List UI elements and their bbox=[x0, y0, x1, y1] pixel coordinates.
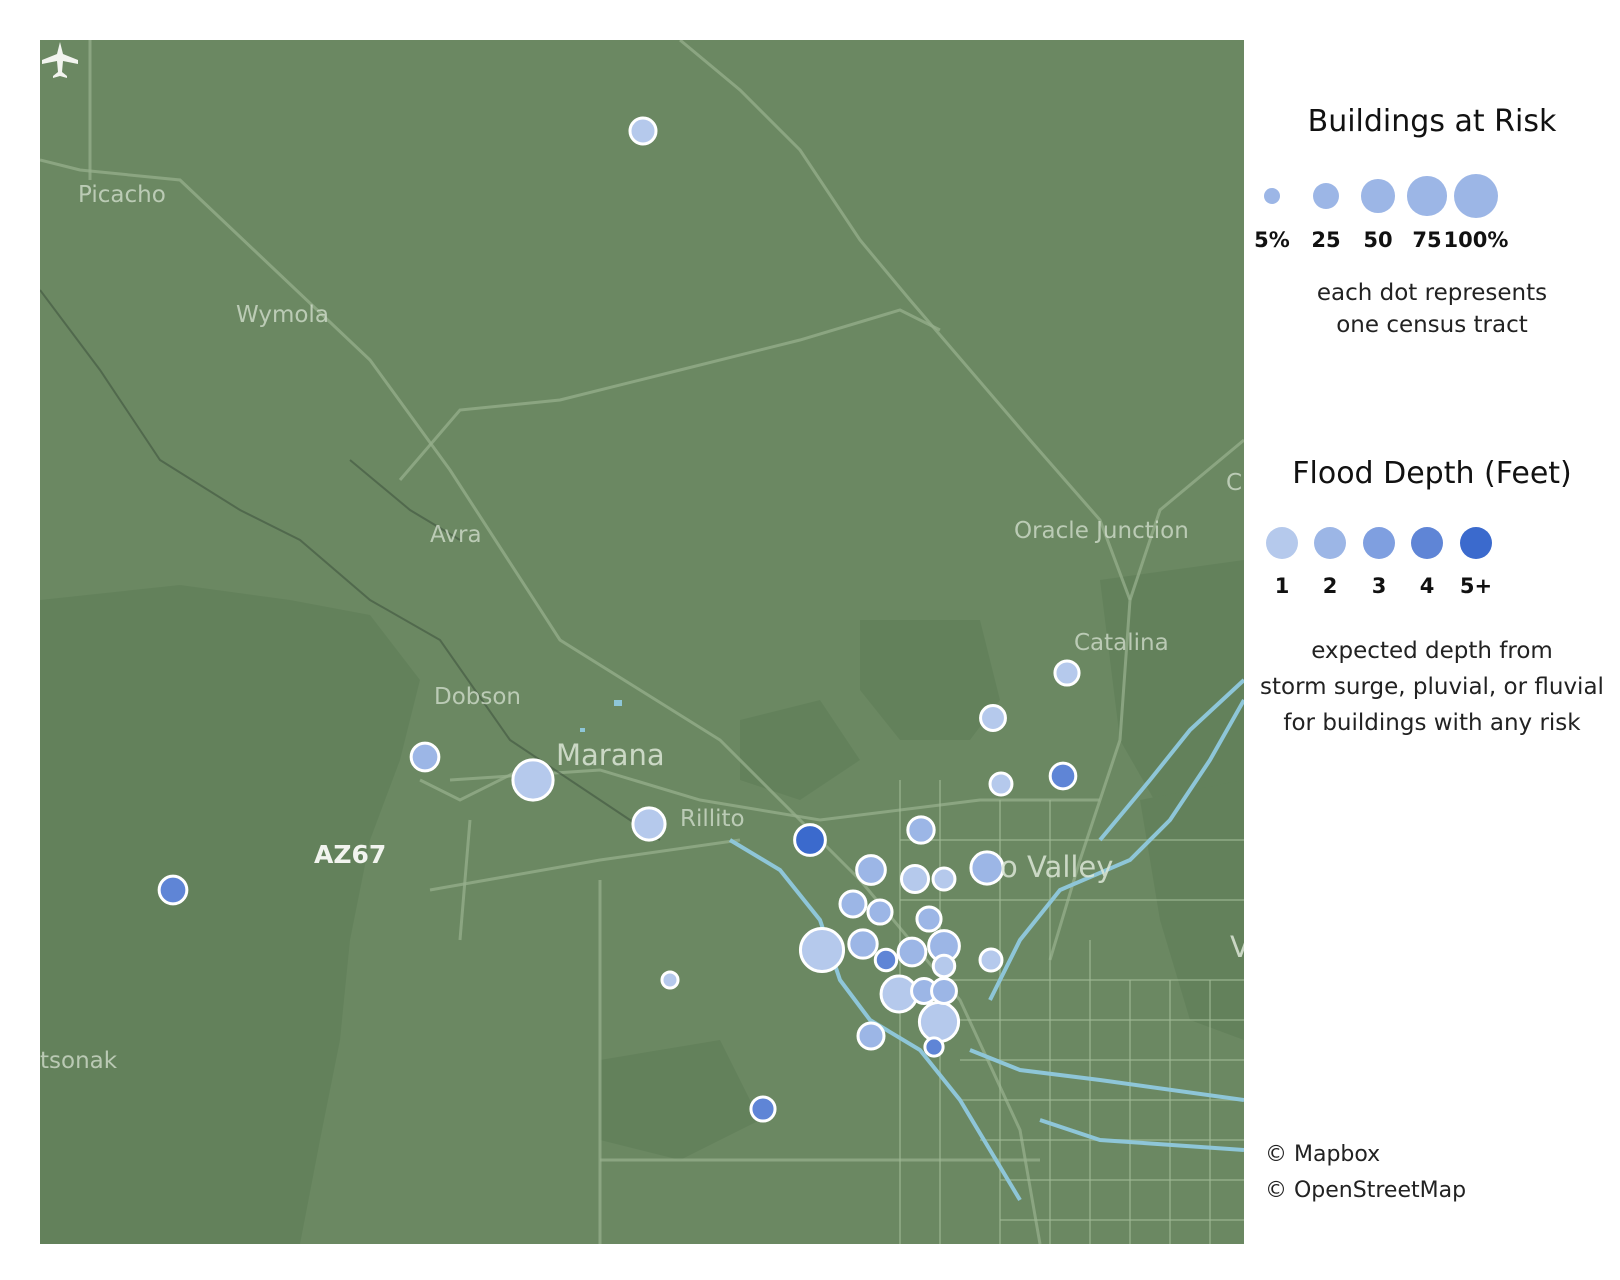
tract-6-dot[interactable] bbox=[157, 874, 189, 906]
depth-legend-label: 5+ bbox=[1459, 574, 1493, 598]
tract-31-dot[interactable] bbox=[930, 977, 958, 1005]
tract-22-dot[interactable] bbox=[847, 928, 879, 960]
map-basemap bbox=[40, 40, 1244, 1244]
depth-legend-desc-1: expected depth from bbox=[1311, 638, 1553, 664]
tract-17-dot[interactable] bbox=[931, 866, 957, 892]
place-label-avra: Avra bbox=[430, 522, 482, 548]
size-legend-desc-2: one census tract bbox=[1336, 312, 1528, 338]
tract-7-dot[interactable] bbox=[660, 970, 680, 990]
tract-32-dot[interactable] bbox=[856, 1021, 886, 1051]
size-legend-dot bbox=[1407, 176, 1447, 216]
tract-3-dot[interactable] bbox=[511, 758, 555, 802]
place-label-oracle-junction: Oracle Junction bbox=[1014, 518, 1189, 544]
place-label-oro-valley: o Valley bbox=[1000, 850, 1114, 884]
size-legend-dot bbox=[1313, 183, 1339, 209]
tract-4-dot[interactable] bbox=[631, 806, 667, 842]
place-label-tsonak: tsonak bbox=[40, 1048, 118, 1074]
tract-24-dot[interactable] bbox=[896, 936, 928, 968]
place-label-catalina: Catalina bbox=[1074, 630, 1169, 656]
depth-legend-dot bbox=[1314, 527, 1346, 559]
tract-2-dot[interactable] bbox=[409, 741, 441, 773]
tract-20-dot[interactable] bbox=[915, 905, 943, 933]
tract-14-dot[interactable] bbox=[906, 815, 936, 845]
size-legend-desc-1: each dot represents bbox=[1316, 280, 1548, 306]
tract-15-dot[interactable] bbox=[855, 854, 887, 886]
size-legend-label: 100% bbox=[1443, 228, 1509, 252]
tract-5-dot[interactable] bbox=[793, 823, 827, 857]
tract-13-dot[interactable] bbox=[969, 850, 1005, 886]
place-label-rillito: Rillito bbox=[680, 806, 745, 832]
tract-12-dot[interactable] bbox=[1048, 761, 1078, 791]
airplane-icon bbox=[42, 42, 78, 78]
place-label-wymola: Wymola bbox=[236, 302, 329, 328]
tract-19-dot[interactable] bbox=[866, 898, 894, 926]
depth-legend-desc-2: storm surge, pluvial, or fluvial bbox=[1260, 674, 1604, 700]
size-legend-title: Buildings at Risk bbox=[1307, 104, 1557, 139]
place-label-picacho: Picacho bbox=[78, 182, 166, 208]
airport-code: AZ67 bbox=[314, 840, 387, 869]
tract-16-dot[interactable] bbox=[899, 863, 931, 895]
tract-11-dot[interactable] bbox=[988, 771, 1014, 797]
place-label-edge-c: C bbox=[1226, 470, 1243, 496]
depth-legend-dot bbox=[1266, 527, 1298, 559]
attribution-mapbox[interactable]: © Mapbox bbox=[1265, 1142, 1380, 1167]
depth-legend-dot bbox=[1460, 527, 1492, 559]
place-label-edge-v: V bbox=[1230, 930, 1244, 964]
attribution-osm[interactable]: © OpenStreetMap bbox=[1265, 1178, 1466, 1203]
tract-23-dot[interactable] bbox=[873, 947, 899, 973]
depth-legend-title: Flood Depth (Feet) bbox=[1292, 456, 1572, 491]
tract-1-dot[interactable] bbox=[628, 116, 658, 146]
place-label-dobson: Dobson bbox=[434, 684, 522, 710]
tract-10-dot[interactable] bbox=[1053, 659, 1081, 687]
tract-27-dot[interactable] bbox=[978, 947, 1004, 973]
tract-21-dot[interactable] bbox=[798, 926, 846, 974]
map-canvas[interactable]: Picacho Wymola Avra Oracle Junction Cata… bbox=[40, 40, 1244, 1244]
size-legend-dot bbox=[1454, 174, 1498, 218]
tract-26-dot[interactable] bbox=[931, 953, 957, 979]
legend-panel: Buildings at Risk 5% 25 50 75 100% each dot … bbox=[1244, 0, 1620, 1280]
depth-legend-desc-3: for buildings with any risk bbox=[1283, 710, 1581, 736]
tract-8-dot[interactable] bbox=[749, 1095, 777, 1123]
place-label-marana: Marana bbox=[556, 738, 665, 772]
tract-9-dot[interactable] bbox=[979, 704, 1007, 732]
tract-18-dot[interactable] bbox=[838, 889, 868, 919]
size-legend-dot bbox=[1263, 187, 1281, 205]
depth-legend-dot bbox=[1363, 527, 1395, 559]
depth-legend-dot bbox=[1411, 527, 1443, 559]
size-legend-dot bbox=[1361, 179, 1395, 213]
tract-30-dot[interactable] bbox=[917, 1000, 961, 1044]
tract-33-dot[interactable] bbox=[923, 1036, 945, 1058]
